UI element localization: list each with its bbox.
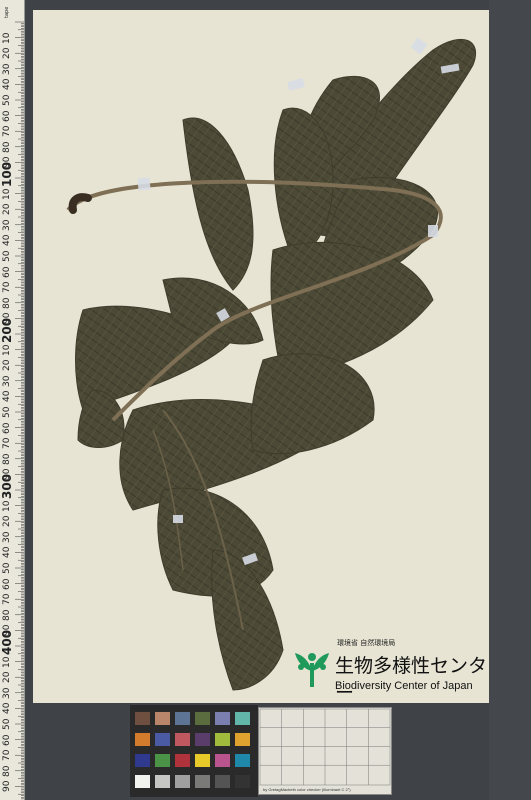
ruler-number: 70 <box>2 437 12 450</box>
color-patch <box>215 733 230 746</box>
ruler-number: 400 <box>0 629 14 655</box>
ruler-number: 50 <box>2 562 12 574</box>
color-patch <box>195 775 210 788</box>
ruler-number: 30 <box>2 687 12 699</box>
color-patch <box>175 775 190 788</box>
color-patch <box>175 754 190 767</box>
ruler-number: 30 <box>2 219 12 231</box>
ruler-number: 60 <box>2 266 12 278</box>
ruler-number: 80 <box>2 453 12 465</box>
color-patch <box>215 754 230 767</box>
color-patch <box>155 754 170 767</box>
ruler-number: 70 <box>2 125 12 138</box>
ruler-label: tape <box>4 6 10 18</box>
background-strip <box>489 0 531 800</box>
color-patch <box>215 712 230 725</box>
sprout-logo-icon <box>295 653 329 687</box>
ruler-number: 30 <box>2 531 12 543</box>
color-patch <box>235 754 250 767</box>
color-checker-chart <box>130 705 258 797</box>
ruler-number: 10 <box>2 344 12 356</box>
ruler-number: 100 <box>0 161 14 187</box>
color-patch <box>135 712 150 725</box>
color-patch <box>235 712 250 725</box>
ruler-number: 50 <box>2 94 12 106</box>
ruler-number: 10 <box>2 500 12 512</box>
ruler-number: 40 <box>2 702 12 715</box>
color-patch <box>135 733 150 746</box>
color-patch <box>135 754 150 767</box>
ruler-number: 40 <box>2 390 12 403</box>
ruler-number: 30 <box>2 63 12 75</box>
ruler-number: 20 <box>2 359 12 372</box>
ruler-number: 20 <box>2 515 12 528</box>
logo-subtitle: 環境省 自然環境局 <box>337 639 396 647</box>
color-patch <box>215 775 230 788</box>
ruler-number: 50 <box>2 718 12 730</box>
ruler-number: 50 <box>2 406 12 418</box>
color-patch <box>155 712 170 725</box>
ruler-number: 20 <box>2 203 12 216</box>
ruler-number: 30 <box>2 375 12 387</box>
ruler-number: 60 <box>2 422 12 434</box>
ruler-number: 80 <box>2 609 12 621</box>
ruler-number: 20 <box>2 47 12 60</box>
ruler-number: 90 <box>2 780 12 793</box>
color-patch <box>135 775 150 788</box>
ruler-number: 80 <box>2 141 12 153</box>
color-patch <box>195 733 210 746</box>
color-patch <box>175 712 190 725</box>
biodiversity-center-logo: 環境省 自然環境局 生物多様性センター Biodiversity Center … <box>293 637 493 704</box>
ruler-number: 200 <box>0 317 14 343</box>
logo-title-japanese: 生物多様性センター <box>335 655 488 704</box>
color-table-caption: by GretagMacbeth color checker (Illumina… <box>263 787 351 792</box>
ruler-number: 10 <box>2 656 12 668</box>
color-patch <box>195 754 210 767</box>
color-patch <box>175 733 190 746</box>
ruler-number: 70 <box>2 281 12 294</box>
ruler-number: 10 <box>2 32 12 44</box>
fern-specimen <box>66 37 477 691</box>
ruler-number: 60 <box>2 734 12 746</box>
ruler-number: 60 <box>2 578 12 590</box>
ruler-number: 40 <box>2 78 12 91</box>
ruler-number: 40 <box>2 546 12 559</box>
ruler-number: 70 <box>2 749 12 762</box>
color-patch <box>235 733 250 746</box>
ruler-number: 80 <box>2 765 12 777</box>
ruler-number: 40 <box>2 234 12 247</box>
ruler-number: 50 <box>2 250 12 262</box>
color-patch <box>155 775 170 788</box>
ruler-number: 80 <box>2 297 12 309</box>
ruler-number: 300 <box>0 473 14 499</box>
ruler-number: 20 <box>2 671 12 684</box>
color-patch <box>235 775 250 788</box>
color-value-grid <box>259 708 391 786</box>
color-patch <box>155 733 170 746</box>
ruler-number: 70 <box>2 593 12 606</box>
logo-title-english: Biodiversity Center of Japan <box>335 680 473 692</box>
color-patch <box>195 712 210 725</box>
measuring-ruler: tape 10 20 30 40 50 60 70 80 90 100 10 20 30 40 50 60 70 8… <box>0 0 25 800</box>
ruler-number: 60 <box>2 110 12 122</box>
ruler-number: 10 <box>2 188 12 200</box>
color-value-table: by GretagMacbeth color checker (Illumina… <box>258 707 392 795</box>
